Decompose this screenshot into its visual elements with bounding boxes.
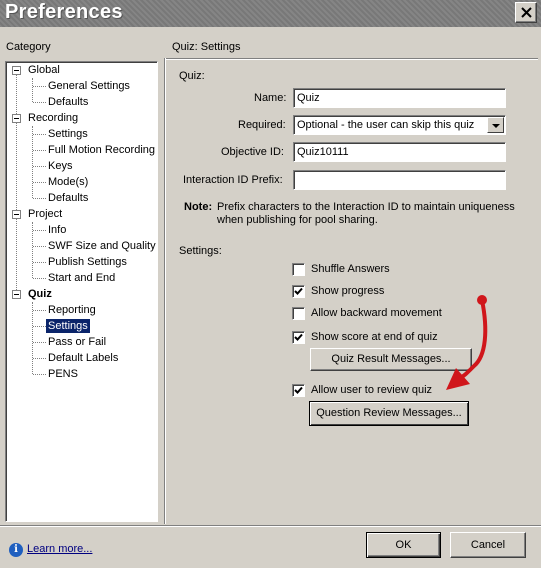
tree-node-swf-size-quality[interactable]: SWF Size and Quality (46, 239, 158, 253)
close-icon (521, 7, 532, 18)
collapse-global-icon[interactable] (12, 66, 21, 75)
interaction-id-prefix-input[interactable] (293, 170, 506, 190)
tree-node-reporting[interactable]: Reporting (46, 303, 98, 317)
allow-backward-movement-label[interactable]: Allow backward movement (311, 307, 442, 319)
show-score-checkbox[interactable] (292, 331, 305, 344)
checkmark-icon (294, 386, 303, 394)
tree-node-project[interactable]: Project (26, 207, 64, 221)
info-icon: i (9, 543, 23, 557)
name-label: Name: (254, 92, 287, 104)
category-tree[interactable]: Global General Settings Defaults Recordi… (5, 61, 158, 522)
note-label: Note: (184, 201, 213, 213)
note-line-1: Prefix characters to the Interaction ID … (217, 201, 515, 213)
shuffle-answers-label[interactable]: Shuffle Answers (311, 263, 390, 275)
panel-divider (164, 58, 166, 524)
objective-id-input[interactable]: Quiz10111 (293, 142, 506, 162)
required-select[interactable]: Optional - the user can skip this quiz (293, 115, 506, 135)
tree-node-general-settings[interactable]: General Settings (46, 79, 132, 93)
show-score-label[interactable]: Show score at end of quiz (311, 331, 438, 343)
show-progress-checkbox[interactable] (292, 285, 305, 298)
collapse-project-icon[interactable] (12, 210, 21, 219)
tree-node-quiz[interactable]: Quiz (26, 287, 54, 301)
tree-node-global-defaults[interactable]: Defaults (46, 95, 90, 109)
interaction-id-prefix-label: Interaction ID Prefix: (183, 174, 283, 186)
window-title: Preferences (5, 1, 123, 23)
checkmark-icon (294, 287, 303, 295)
tree-node-keys[interactable]: Keys (46, 159, 74, 173)
title-bar: Preferences (0, 0, 541, 27)
learn-more-link[interactable]: Learn more... (27, 543, 92, 555)
shuffle-answers-checkbox[interactable] (292, 263, 305, 276)
allow-review-checkbox[interactable] (292, 384, 305, 397)
close-button[interactable] (515, 2, 537, 23)
cancel-button[interactable]: Cancel (450, 532, 526, 558)
collapse-recording-icon[interactable] (12, 114, 21, 123)
objective-id-label: Objective ID: (221, 146, 284, 158)
tree-node-modes[interactable]: Mode(s) (46, 175, 90, 189)
tree-node-recording[interactable]: Recording (26, 111, 80, 125)
panel-heading: Quiz: Settings (172, 41, 241, 53)
annotation-arrow-icon (446, 295, 488, 390)
collapse-quiz-icon[interactable] (12, 290, 21, 299)
required-label: Required: (238, 119, 286, 131)
tree-node-quiz-settings[interactable]: Settings (46, 319, 90, 333)
tree-node-info[interactable]: Info (46, 223, 68, 237)
tree-node-pens[interactable]: PENS (46, 367, 80, 381)
category-label: Category (6, 41, 51, 53)
note-line-2: when publishing for pool sharing. (217, 214, 378, 226)
required-select-value: Optional - the user can skip this quiz (297, 119, 475, 131)
tree-node-pass-or-fail[interactable]: Pass or Fail (46, 335, 108, 349)
tree-node-default-labels[interactable]: Default Labels (46, 351, 120, 365)
tree-node-recording-settings[interactable]: Settings (46, 127, 90, 141)
tree-node-global[interactable]: Global (26, 63, 62, 77)
tree-node-full-motion-recording[interactable]: Full Motion Recording (46, 143, 157, 157)
heading-divider (166, 58, 538, 60)
ok-button[interactable]: OK (366, 532, 441, 558)
chevron-down-icon[interactable] (487, 117, 504, 133)
settings-section-label: Settings: (179, 245, 222, 257)
checkmark-icon (294, 333, 303, 341)
show-progress-label[interactable]: Show progress (311, 285, 384, 297)
allow-review-label[interactable]: Allow user to review quiz (311, 384, 432, 396)
name-input[interactable]: Quiz (293, 88, 506, 108)
quiz-section-label: Quiz: (179, 70, 205, 82)
footer-divider (0, 525, 541, 527)
allow-backward-movement-checkbox[interactable] (292, 307, 305, 320)
tree-node-start-and-end[interactable]: Start and End (46, 271, 117, 285)
tree-node-recording-defaults[interactable]: Defaults (46, 191, 90, 205)
tree-node-publish-settings[interactable]: Publish Settings (46, 255, 129, 269)
